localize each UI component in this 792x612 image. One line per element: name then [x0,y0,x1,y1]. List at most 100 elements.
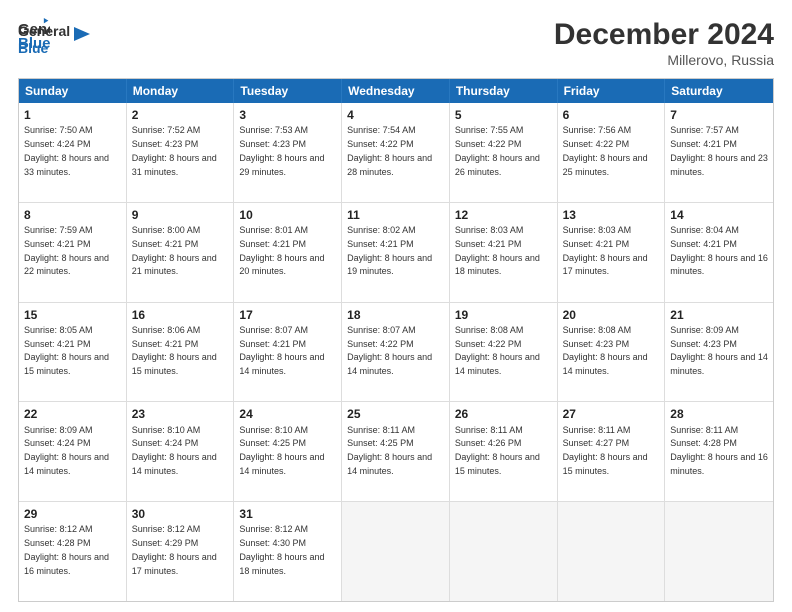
day-number: 28 [670,406,768,422]
cal-header-day: Saturday [665,79,773,103]
day-number: 10 [239,207,336,223]
logo-line1: General [18,23,70,40]
cell-info: Sunrise: 8:09 AMSunset: 4:24 PMDaylight:… [24,425,109,476]
calendar-cell: 29 Sunrise: 8:12 AMSunset: 4:28 PMDaylig… [19,502,127,601]
calendar-subtitle: Millerovo, Russia [554,52,774,68]
cell-info: Sunrise: 8:03 AMSunset: 4:21 PMDaylight:… [563,225,648,276]
day-number: 1 [24,107,121,123]
title-section: December 2024 Millerovo, Russia [554,18,774,68]
day-number: 29 [24,506,121,522]
day-number: 24 [239,406,336,422]
logo: General Blue General Blue [18,18,92,57]
calendar-cell: 30 Sunrise: 8:12 AMSunset: 4:29 PMDaylig… [127,502,235,601]
cell-info: Sunrise: 8:04 AMSunset: 4:21 PMDaylight:… [670,225,768,276]
calendar-cell: 8 Sunrise: 7:59 AMSunset: 4:21 PMDayligh… [19,203,127,302]
day-number: 9 [132,207,229,223]
calendar-cell: 22 Sunrise: 8:09 AMSunset: 4:24 PMDaylig… [19,402,127,501]
cell-info: Sunrise: 8:12 AMSunset: 4:29 PMDaylight:… [132,524,217,575]
day-number: 19 [455,307,552,323]
cell-info: Sunrise: 8:09 AMSunset: 4:23 PMDaylight:… [670,325,768,376]
cell-info: Sunrise: 8:10 AMSunset: 4:25 PMDaylight:… [239,425,324,476]
day-number: 5 [455,107,552,123]
cell-info: Sunrise: 8:00 AMSunset: 4:21 PMDaylight:… [132,225,217,276]
cell-info: Sunrise: 8:11 AMSunset: 4:27 PMDaylight:… [563,425,648,476]
cal-header-day: Monday [127,79,235,103]
day-number: 14 [670,207,768,223]
calendar-row: 29 Sunrise: 8:12 AMSunset: 4:28 PMDaylig… [19,501,773,601]
calendar-cell: 31 Sunrise: 8:12 AMSunset: 4:30 PMDaylig… [234,502,342,601]
cell-info: Sunrise: 8:11 AMSunset: 4:28 PMDaylight:… [670,425,768,476]
calendar-cell: 27 Sunrise: 8:11 AMSunset: 4:27 PMDaylig… [558,402,666,501]
cell-info: Sunrise: 8:11 AMSunset: 4:26 PMDaylight:… [455,425,540,476]
cell-info: Sunrise: 7:59 AMSunset: 4:21 PMDaylight:… [24,225,109,276]
day-number: 7 [670,107,768,123]
calendar-cell: 25 Sunrise: 8:11 AMSunset: 4:25 PMDaylig… [342,402,450,501]
day-number: 20 [563,307,660,323]
calendar-cell: 16 Sunrise: 8:06 AMSunset: 4:21 PMDaylig… [127,303,235,402]
calendar: SundayMondayTuesdayWednesdayThursdayFrid… [18,78,774,602]
calendar-row: 22 Sunrise: 8:09 AMSunset: 4:24 PMDaylig… [19,401,773,501]
calendar-row: 1 Sunrise: 7:50 AMSunset: 4:24 PMDayligh… [19,103,773,202]
logo-flag-icon [72,25,92,45]
day-number: 8 [24,207,121,223]
calendar-cell-empty [342,502,450,601]
day-number: 4 [347,107,444,123]
calendar-cell: 23 Sunrise: 8:10 AMSunset: 4:24 PMDaylig… [127,402,235,501]
cell-info: Sunrise: 7:57 AMSunset: 4:21 PMDaylight:… [670,125,768,176]
calendar-cell: 24 Sunrise: 8:10 AMSunset: 4:25 PMDaylig… [234,402,342,501]
calendar-cell-empty [450,502,558,601]
day-number: 6 [563,107,660,123]
day-number: 22 [24,406,121,422]
calendar-cell: 26 Sunrise: 8:11 AMSunset: 4:26 PMDaylig… [450,402,558,501]
calendar-cell: 9 Sunrise: 8:00 AMSunset: 4:21 PMDayligh… [127,203,235,302]
cell-info: Sunrise: 8:08 AMSunset: 4:22 PMDaylight:… [455,325,540,376]
calendar-cell: 11 Sunrise: 8:02 AMSunset: 4:21 PMDaylig… [342,203,450,302]
cal-header-day: Thursday [450,79,558,103]
calendar-cell: 4 Sunrise: 7:54 AMSunset: 4:22 PMDayligh… [342,103,450,202]
calendar-title: December 2024 [554,18,774,52]
calendar-cell: 17 Sunrise: 8:07 AMSunset: 4:21 PMDaylig… [234,303,342,402]
calendar-cell: 28 Sunrise: 8:11 AMSunset: 4:28 PMDaylig… [665,402,773,501]
calendar-cell: 20 Sunrise: 8:08 AMSunset: 4:23 PMDaylig… [558,303,666,402]
calendar-cell-empty [665,502,773,601]
calendar-cell: 18 Sunrise: 8:07 AMSunset: 4:22 PMDaylig… [342,303,450,402]
day-number: 25 [347,406,444,422]
cal-header-day: Sunday [19,79,127,103]
calendar-cell: 19 Sunrise: 8:08 AMSunset: 4:22 PMDaylig… [450,303,558,402]
day-number: 30 [132,506,229,522]
cell-info: Sunrise: 8:03 AMSunset: 4:21 PMDaylight:… [455,225,540,276]
calendar-cell: 15 Sunrise: 8:05 AMSunset: 4:21 PMDaylig… [19,303,127,402]
calendar-cell: 13 Sunrise: 8:03 AMSunset: 4:21 PMDaylig… [558,203,666,302]
day-number: 31 [239,506,336,522]
cell-info: Sunrise: 8:08 AMSunset: 4:23 PMDaylight:… [563,325,648,376]
cell-info: Sunrise: 7:50 AMSunset: 4:24 PMDaylight:… [24,125,109,176]
cal-header-day: Wednesday [342,79,450,103]
day-number: 16 [132,307,229,323]
cell-info: Sunrise: 8:02 AMSunset: 4:21 PMDaylight:… [347,225,432,276]
calendar-cell: 1 Sunrise: 7:50 AMSunset: 4:24 PMDayligh… [19,103,127,202]
day-number: 13 [563,207,660,223]
day-number: 17 [239,307,336,323]
cell-info: Sunrise: 7:55 AMSunset: 4:22 PMDaylight:… [455,125,540,176]
day-number: 11 [347,207,444,223]
cell-info: Sunrise: 7:54 AMSunset: 4:22 PMDaylight:… [347,125,432,176]
calendar-cell: 10 Sunrise: 8:01 AMSunset: 4:21 PMDaylig… [234,203,342,302]
calendar-cell: 12 Sunrise: 8:03 AMSunset: 4:21 PMDaylig… [450,203,558,302]
page: General Blue General Blue December 20 [0,0,792,612]
cell-info: Sunrise: 8:12 AMSunset: 4:30 PMDaylight:… [239,524,324,575]
calendar-row: 15 Sunrise: 8:05 AMSunset: 4:21 PMDaylig… [19,302,773,402]
cell-info: Sunrise: 8:07 AMSunset: 4:21 PMDaylight:… [239,325,324,376]
cell-info: Sunrise: 7:56 AMSunset: 4:22 PMDaylight:… [563,125,648,176]
cell-info: Sunrise: 7:52 AMSunset: 4:23 PMDaylight:… [132,125,217,176]
day-number: 23 [132,406,229,422]
calendar-cell: 14 Sunrise: 8:04 AMSunset: 4:21 PMDaylig… [665,203,773,302]
cal-header-day: Tuesday [234,79,342,103]
calendar-body: 1 Sunrise: 7:50 AMSunset: 4:24 PMDayligh… [19,103,773,601]
cell-info: Sunrise: 8:07 AMSunset: 4:22 PMDaylight:… [347,325,432,376]
calendar-cell: 2 Sunrise: 7:52 AMSunset: 4:23 PMDayligh… [127,103,235,202]
calendar-cell: 21 Sunrise: 8:09 AMSunset: 4:23 PMDaylig… [665,303,773,402]
calendar-cell: 5 Sunrise: 7:55 AMSunset: 4:22 PMDayligh… [450,103,558,202]
day-number: 2 [132,107,229,123]
calendar-cell: 3 Sunrise: 7:53 AMSunset: 4:23 PMDayligh… [234,103,342,202]
calendar-header: SundayMondayTuesdayWednesdayThursdayFrid… [19,79,773,103]
